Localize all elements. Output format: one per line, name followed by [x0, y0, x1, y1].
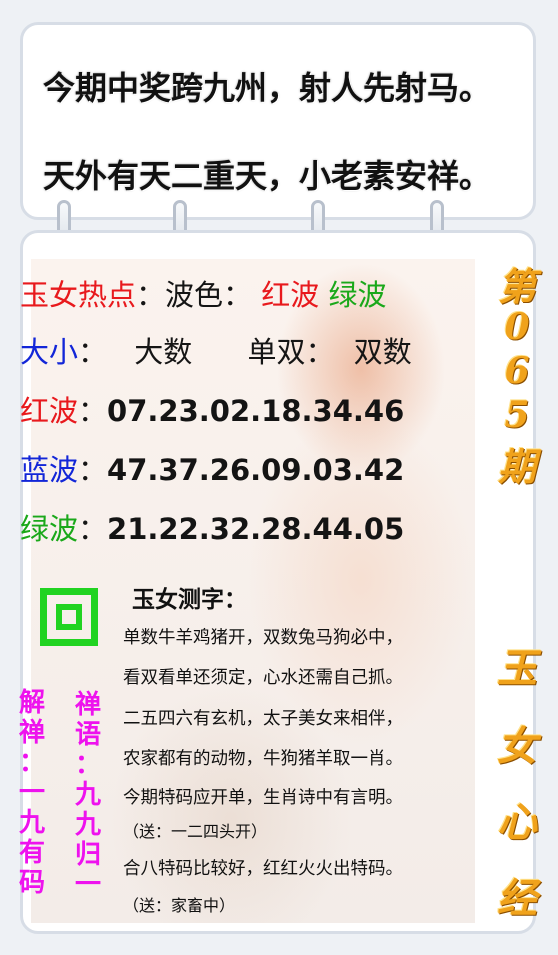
header-card: 今期中奖跨九州，射人先射马。 天外有天二重天，小老素安祥。: [20, 22, 536, 220]
hot-label: 玉女热点: [20, 278, 137, 312]
issue-char: 第: [497, 264, 536, 309]
issue-char: 5: [504, 394, 530, 436]
poem-line: 单数牛羊鸡猪开，双数兔马狗必中，: [123, 628, 403, 648]
blue-row: 蓝波：47.37.26.09.03.42: [20, 453, 405, 487]
size-row: 大小： 大数 单双： 双数: [20, 335, 412, 369]
green-label: 绿波: [20, 512, 79, 546]
red-label: 红波: [20, 394, 79, 428]
blue-numbers: 47.37.26.09.03.42: [107, 453, 405, 487]
issue-char: 6: [504, 350, 530, 392]
square-logo-icon: [40, 588, 98, 646]
blue-label: 蓝波: [20, 453, 79, 487]
parity-label: 单双：: [247, 335, 335, 369]
poem-line: 看双看单还须定，心水还需自己抓。: [123, 668, 403, 688]
wave-green: 绿波: [328, 278, 387, 312]
green-numbers: 21.22.32.28.44.05: [107, 512, 405, 546]
parity-value: 双数: [353, 335, 412, 369]
zen-right-column: 禅 语 ： 九 九 归 一: [74, 690, 101, 900]
size-label: 大小: [20, 335, 79, 369]
poem-note: （送：一二四头开）: [123, 822, 268, 841]
poem-line: 合八特码比较好，红红火火出特码。: [123, 859, 403, 879]
test-title: 玉女测字：: [132, 587, 247, 613]
size-value: 大数: [134, 335, 193, 369]
poem-line: 二五四六有玄机，太子美女来相伴，: [123, 709, 403, 729]
wave-label: 波色：: [165, 278, 253, 312]
brand-char: 经: [497, 875, 537, 922]
green-row: 绿波：21.22.32.28.44.05: [20, 512, 405, 546]
zen-left-column: 解 禅 ： 一 九 有 码: [18, 688, 45, 898]
poem-note: （送：家畜中）: [123, 896, 236, 915]
wave-red: 红波: [261, 278, 320, 312]
issue-char: 期: [497, 444, 536, 489]
red-numbers: 07.23.02.18.34.46: [107, 394, 405, 428]
hot-row: 玉女热点：波色： 红波 绿波: [20, 278, 387, 312]
poem-line: 农家都有的动物，牛狗猪羊取一肖。: [123, 749, 403, 769]
brand-char: 心: [497, 799, 537, 846]
brand-char: 女: [497, 723, 537, 770]
issue-char: 0: [504, 306, 530, 348]
brand-char: 玉: [497, 645, 537, 692]
header-line-2: 天外有天二重天，小老素安祥。: [43, 157, 492, 195]
red-row: 红波：07.23.02.18.34.46: [20, 394, 405, 428]
poem-line: 今期特码应开单，生肖诗中有言明。: [123, 788, 403, 808]
header-line-1: 今期中奖跨九州，射人先射马。: [43, 69, 492, 107]
